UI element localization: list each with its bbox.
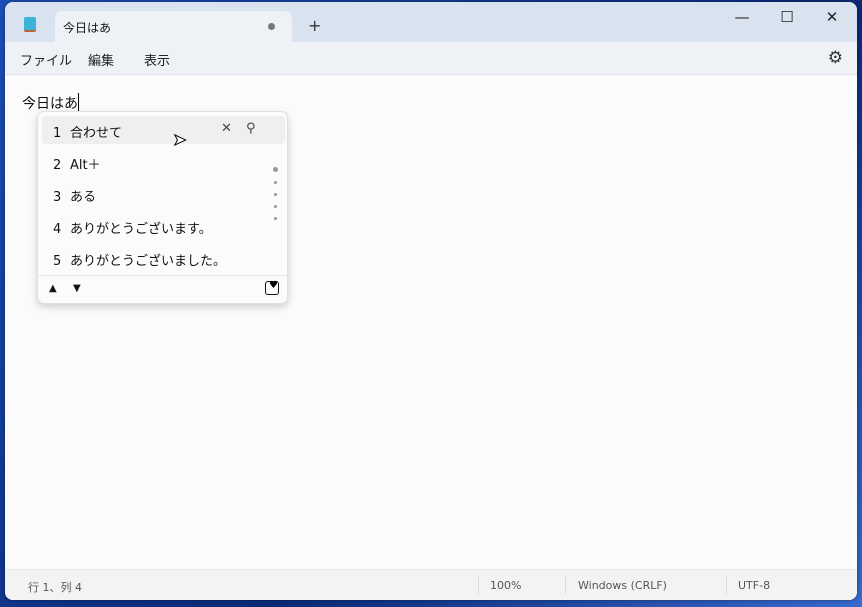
mouse-pointer-icon: ➤ [172, 130, 187, 150]
candidate-text: ありがとうございました。 [70, 254, 227, 269]
title-bar: 今日はあ + — ☐ ✕ [5, 2, 857, 42]
menu-file[interactable]: ファイル [20, 50, 72, 69]
candidate-text: 合わせて [70, 126, 123, 141]
settings-gear-icon[interactable]: ⚙ [828, 48, 843, 68]
candidate-number: 4 [53, 222, 62, 237]
text-caret [78, 93, 79, 111]
candidate-number: 2 [53, 158, 62, 173]
menu-view[interactable]: 表示 [144, 50, 170, 69]
ime-footer: ▲ ▼ ♥ [38, 275, 287, 305]
divider [565, 576, 566, 594]
ime-candidate-window: 1 合わせて ✕ ⚲ 2 Alt＋ 3 ある 4 ありがとうございます。 5 ありがとうご… [37, 111, 288, 304]
candidate-number: 3 [53, 190, 62, 205]
candidate-text: Alt＋ [70, 158, 101, 173]
page-down-icon[interactable]: ▼ [73, 283, 81, 294]
menu-bar: ファイル 編集 表示 ⚙ [5, 42, 857, 75]
tab-title: 今日はあ [63, 21, 112, 35]
divider [478, 576, 479, 594]
notepad-app-icon [24, 17, 36, 32]
divider [726, 576, 727, 594]
candidate-item[interactable]: 2 Alt＋ [42, 148, 285, 176]
menu-edit[interactable]: 編集 [88, 50, 114, 69]
cursor-position: 行 1、列 4 [28, 581, 82, 594]
page-indicator [273, 167, 278, 229]
minimize-button[interactable]: — [727, 8, 757, 26]
zoom-level[interactable]: 100% [490, 579, 521, 592]
new-tab-button[interactable]: + [308, 16, 321, 35]
tab-document[interactable]: 今日はあ [55, 11, 292, 42]
candidate-item[interactable]: 5 ありがとうございました。 [42, 244, 285, 272]
editor-text: 今日はあ [22, 96, 78, 112]
candidate-item[interactable]: 1 合わせて ✕ ⚲ [42, 116, 285, 144]
status-bar: 行 1、列 4 100% Windows (CRLF) UTF-8 [5, 569, 857, 600]
maximize-button[interactable]: ☐ [772, 8, 802, 26]
line-ending[interactable]: Windows (CRLF) [578, 579, 667, 592]
search-icon[interactable]: ⚲ [246, 121, 256, 136]
encoding[interactable]: UTF-8 [738, 579, 770, 592]
favorite-icon[interactable]: ♥ [265, 281, 279, 295]
candidate-item[interactable]: 4 ありがとうございます。 [42, 212, 285, 240]
close-button[interactable]: ✕ [817, 8, 847, 26]
close-icon[interactable]: ✕ [221, 121, 232, 136]
candidate-text: ありがとうございます。 [70, 222, 212, 237]
page-up-icon[interactable]: ▲ [49, 283, 57, 294]
candidate-number: 1 [53, 126, 62, 141]
candidate-number: 5 [53, 254, 62, 269]
candidate-text: ある [70, 190, 97, 205]
unsaved-dot-icon[interactable] [268, 23, 275, 30]
candidate-item[interactable]: 3 ある [42, 180, 285, 208]
